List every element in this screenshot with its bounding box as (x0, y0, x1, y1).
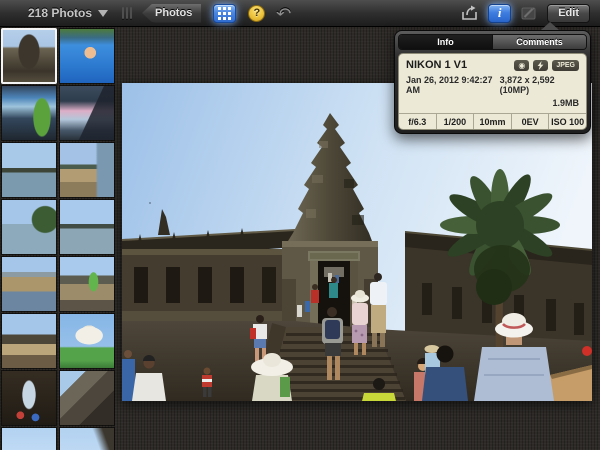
iso-value: ISO 100 (548, 114, 586, 129)
thumbnail-temple-entrance[interactable] (2, 29, 56, 83)
flash-icon (533, 60, 548, 71)
aperture-value: f/6.3 (399, 114, 436, 129)
brushes-icon (519, 4, 539, 22)
file-size: 1.9MB (406, 98, 579, 108)
share-button[interactable] (460, 4, 480, 22)
thumbnail-sky-over-ruins[interactable] (60, 428, 114, 450)
exposure-bias-value: 0EV (511, 114, 549, 129)
tab-info[interactable]: Info (399, 35, 492, 49)
edit-tools-button[interactable] (519, 4, 539, 22)
edit-button[interactable]: Edit (547, 4, 590, 23)
photo-count-dropdown[interactable]: 218 Photos (28, 6, 108, 20)
chevron-down-icon (98, 10, 108, 17)
image-dimensions: 3,872 x 2,592 (10MP) (500, 75, 579, 95)
shutter-speed-value: 1/200 (436, 114, 474, 129)
thumbnail-child-in-pool[interactable] (60, 29, 114, 83)
photo-count-label: 218 Photos (28, 6, 92, 20)
popover-tab-bar: Info Comments (398, 34, 587, 50)
thumbnail-lakeside-tree[interactable] (2, 200, 56, 254)
thumbnail-temple-gallery[interactable] (60, 371, 114, 425)
thumbnail-causeway-walk[interactable] (60, 143, 114, 197)
question-mark-icon: ? (253, 7, 260, 19)
person-red-shirt (311, 284, 319, 303)
thumbnail-holding-maps[interactable] (60, 86, 114, 140)
metering-icon: ◉ (514, 60, 529, 71)
exif-card: NIKON 1 V1 ◉ JPEG Jan 26, 2012 9:42:27 A… (398, 53, 587, 130)
info-popover: Info Comments NIKON 1 V1 ◉ JPEG Jan 26, … (394, 30, 591, 134)
thumbnail-gateway-crowd[interactable] (2, 371, 56, 425)
grid-icon (218, 7, 221, 10)
info-button[interactable]: i (488, 4, 511, 23)
camera-model: NIKON 1 V1 (406, 59, 467, 71)
exposure-stats-row: f/6.3 1/200 10mm 0EV ISO 100 (399, 113, 586, 129)
popover-arrow-icon (541, 22, 559, 30)
thumbnail-temple-across-lake[interactable] (60, 200, 114, 254)
help-button[interactable]: ? (248, 5, 265, 22)
thumbnail-causeway-crowd[interactable] (60, 257, 114, 311)
red-balloon (582, 346, 592, 356)
top-toolbar: 218 Photos Photos ? ↶ i (0, 0, 600, 27)
format-badge: JPEG (552, 60, 579, 71)
share-icon (460, 4, 480, 22)
thumbnail-sidebar (0, 27, 119, 450)
thumbnail-stone-balustrade[interactable] (2, 257, 56, 311)
toolbar-grip-icon (122, 7, 132, 19)
thumbnail-causeway-temple[interactable] (2, 314, 56, 368)
thumbnail-woman-white-hat[interactable] (60, 314, 114, 368)
undo-icon[interactable]: ↶ (276, 4, 291, 23)
focal-length-value: 10mm (473, 114, 511, 129)
thumbnail-info-kiosk[interactable] (2, 86, 56, 140)
thumbnail-moat-panorama[interactable] (2, 143, 56, 197)
tab-comments[interactable]: Comments (492, 35, 586, 49)
thumbnail-clear-sky[interactable] (2, 428, 56, 450)
grid-view-button[interactable] (213, 4, 236, 23)
thumbnail-grid (0, 27, 119, 450)
photos-back-button[interactable]: Photos (142, 4, 201, 23)
info-icon: i (498, 5, 502, 21)
capture-datetime: Jan 26, 2012 9:42:27 AM (406, 75, 500, 95)
